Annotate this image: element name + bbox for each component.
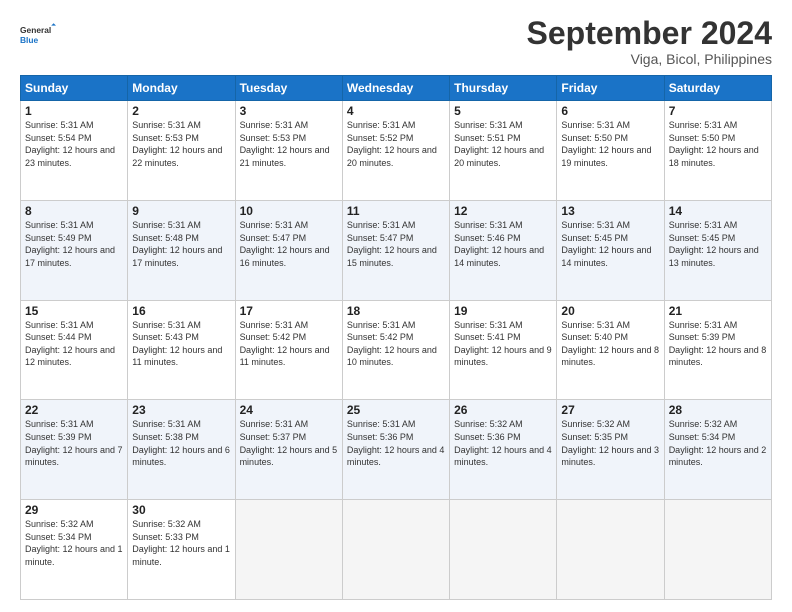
table-cell: 28 Sunrise: 5:32 AMSunset: 5:34 PMDaylig… (664, 400, 771, 500)
col-sunday: Sunday (21, 76, 128, 101)
calendar-header-row: Sunday Monday Tuesday Wednesday Thursday… (21, 76, 772, 101)
col-monday: Monday (128, 76, 235, 101)
table-cell: 4 Sunrise: 5:31 AMSunset: 5:52 PMDayligh… (342, 101, 449, 201)
table-cell: 10 Sunrise: 5:31 AMSunset: 5:47 PMDaylig… (235, 200, 342, 300)
month-title: September 2024 (527, 16, 772, 51)
table-cell: 3 Sunrise: 5:31 AMSunset: 5:53 PMDayligh… (235, 101, 342, 201)
table-cell: 14 Sunrise: 5:31 AMSunset: 5:45 PMDaylig… (664, 200, 771, 300)
calendar-table: Sunday Monday Tuesday Wednesday Thursday… (20, 75, 772, 600)
table-cell-empty (664, 500, 771, 600)
col-friday: Friday (557, 76, 664, 101)
table-cell: 27 Sunrise: 5:32 AMSunset: 5:35 PMDaylig… (557, 400, 664, 500)
table-cell: 13 Sunrise: 5:31 AMSunset: 5:45 PMDaylig… (557, 200, 664, 300)
table-row: 15 Sunrise: 5:31 AMSunset: 5:44 PMDaylig… (21, 300, 772, 400)
table-cell: 22 Sunrise: 5:31 AMSunset: 5:39 PMDaylig… (21, 400, 128, 500)
table-cell: 30 Sunrise: 5:32 AMSunset: 5:33 PMDaylig… (128, 500, 235, 600)
table-cell: 15 Sunrise: 5:31 AMSunset: 5:44 PMDaylig… (21, 300, 128, 400)
table-cell: 21 Sunrise: 5:31 AMSunset: 5:39 PMDaylig… (664, 300, 771, 400)
table-cell: 18 Sunrise: 5:31 AMSunset: 5:42 PMDaylig… (342, 300, 449, 400)
table-cell: 17 Sunrise: 5:31 AMSunset: 5:42 PMDaylig… (235, 300, 342, 400)
table-cell: 1 Sunrise: 5:31 AMSunset: 5:54 PMDayligh… (21, 101, 128, 201)
table-cell-empty (557, 500, 664, 600)
col-wednesday: Wednesday (342, 76, 449, 101)
table-cell: 26 Sunrise: 5:32 AMSunset: 5:36 PMDaylig… (450, 400, 557, 500)
table-cell: 12 Sunrise: 5:31 AMSunset: 5:46 PMDaylig… (450, 200, 557, 300)
svg-text:General: General (20, 25, 51, 35)
table-row: 8 Sunrise: 5:31 AMSunset: 5:49 PMDayligh… (21, 200, 772, 300)
col-thursday: Thursday (450, 76, 557, 101)
page: General Blue September 2024 Viga, Bicol,… (0, 0, 792, 612)
table-cell: 16 Sunrise: 5:31 AMSunset: 5:43 PMDaylig… (128, 300, 235, 400)
svg-text:Blue: Blue (20, 35, 39, 45)
table-cell: 25 Sunrise: 5:31 AMSunset: 5:36 PMDaylig… (342, 400, 449, 500)
table-row: 29 Sunrise: 5:32 AMSunset: 5:34 PMDaylig… (21, 500, 772, 600)
table-row: 22 Sunrise: 5:31 AMSunset: 5:39 PMDaylig… (21, 400, 772, 500)
col-tuesday: Tuesday (235, 76, 342, 101)
col-saturday: Saturday (664, 76, 771, 101)
table-cell: 7 Sunrise: 5:31 AMSunset: 5:50 PMDayligh… (664, 101, 771, 201)
table-cell: 6 Sunrise: 5:31 AMSunset: 5:50 PMDayligh… (557, 101, 664, 201)
location-subtitle: Viga, Bicol, Philippines (527, 51, 772, 67)
logo-icon: General Blue (20, 16, 56, 52)
table-cell: 19 Sunrise: 5:31 AMSunset: 5:41 PMDaylig… (450, 300, 557, 400)
table-cell: 9 Sunrise: 5:31 AMSunset: 5:48 PMDayligh… (128, 200, 235, 300)
table-cell: 29 Sunrise: 5:32 AMSunset: 5:34 PMDaylig… (21, 500, 128, 600)
table-cell: 24 Sunrise: 5:31 AMSunset: 5:37 PMDaylig… (235, 400, 342, 500)
table-row: 1 Sunrise: 5:31 AMSunset: 5:54 PMDayligh… (21, 101, 772, 201)
table-cell: 2 Sunrise: 5:31 AMSunset: 5:53 PMDayligh… (128, 101, 235, 201)
logo: General Blue (20, 16, 56, 52)
table-cell-empty (342, 500, 449, 600)
table-cell: 8 Sunrise: 5:31 AMSunset: 5:49 PMDayligh… (21, 200, 128, 300)
title-block: September 2024 Viga, Bicol, Philippines (527, 16, 772, 67)
table-cell: 11 Sunrise: 5:31 AMSunset: 5:47 PMDaylig… (342, 200, 449, 300)
table-cell: 5 Sunrise: 5:31 AMSunset: 5:51 PMDayligh… (450, 101, 557, 201)
header: General Blue September 2024 Viga, Bicol,… (20, 16, 772, 67)
table-cell-empty (235, 500, 342, 600)
table-cell: 23 Sunrise: 5:31 AMSunset: 5:38 PMDaylig… (128, 400, 235, 500)
table-cell-empty (450, 500, 557, 600)
table-cell: 20 Sunrise: 5:31 AMSunset: 5:40 PMDaylig… (557, 300, 664, 400)
